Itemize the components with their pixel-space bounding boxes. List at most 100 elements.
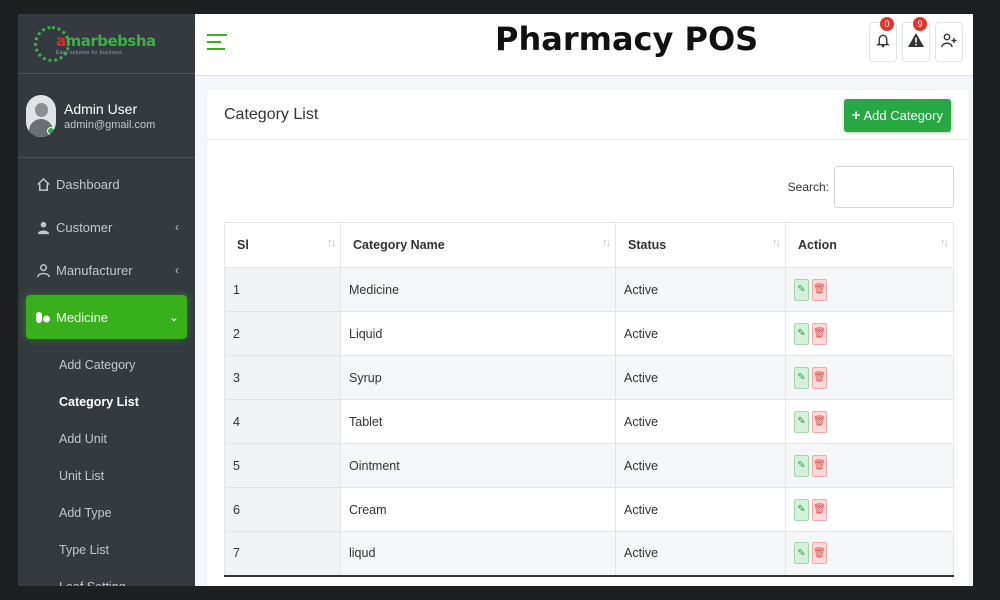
cell-actions: ✎ 🗑 (785, 311, 954, 356)
cell-status: Active (615, 531, 786, 577)
sidebar-item-label: Dashboard (56, 176, 120, 192)
column-header-sl[interactable]: Sl ↑↓ (224, 222, 341, 268)
trash-icon[interactable]: 🗑 (812, 410, 827, 433)
column-header-status[interactable]: Status ↑↓ (615, 222, 786, 268)
brand-tagline: Easy solution for business (56, 49, 122, 56)
column-label: Status (628, 238, 667, 252)
search-bar: Search: (788, 166, 954, 208)
table-row: 1 Medicine Active ✎ 🗑 (224, 267, 954, 312)
user-name: Admin User (64, 100, 138, 117)
alerts-button[interactable]: 9 (902, 17, 930, 62)
edit-icon[interactable]: ✎ (794, 322, 809, 345)
search-input[interactable] (834, 166, 954, 208)
cell-actions: ✎ 🗑 (785, 267, 954, 312)
sidebar: amarbebsha Easy solution for business Ad… (18, 14, 195, 586)
user-panel[interactable]: Admin User admin@gmail.com (18, 74, 195, 158)
cell-sl: 5 (224, 443, 341, 488)
chevron-down-icon: ⌄ (168, 310, 179, 324)
sidebar-subitem-type-list[interactable]: Type List (18, 531, 195, 568)
sidebar-subitem-add-type[interactable]: Add Type (18, 494, 195, 531)
cell-sl: 2 (224, 311, 341, 356)
card-title: Category List (224, 106, 319, 123)
cell-actions: ✎ 🗑 (785, 487, 954, 532)
edit-icon[interactable]: ✎ (794, 542, 809, 565)
sidebar-subitem-category-list[interactable]: Category List (18, 383, 195, 420)
sidebar-subitem-add-unit[interactable]: Add Unit (18, 420, 195, 457)
user-email: admin@gmail.com (64, 118, 156, 131)
menu-toggle-line (207, 41, 221, 43)
search-label: Search: (787, 180, 829, 194)
alerts-badge: 9 (913, 17, 927, 31)
column-label: Category Name (353, 238, 445, 252)
app-window: amarbebsha Easy solution for business Ad… (18, 14, 973, 586)
sort-icon: ↑↓ (327, 237, 336, 249)
user-add-button[interactable] (935, 22, 963, 62)
sidebar-item-label: Medicine (56, 309, 109, 325)
column-header-action[interactable]: Action ↑↓ (785, 222, 954, 268)
cell-category-name: liqud (340, 531, 616, 577)
chevron-left-icon: ‹ (175, 220, 179, 234)
edit-icon[interactable]: ✎ (794, 498, 809, 521)
cell-actions: ✎ 🗑 (785, 443, 954, 488)
edit-icon[interactable]: ✎ (794, 410, 809, 433)
table-row: 2 Liquid Active ✎ 🗑 (224, 311, 954, 356)
brand-logo[interactable]: amarbebsha Easy solution for business (18, 14, 195, 74)
avatar-head (35, 102, 48, 117)
trash-icon[interactable]: 🗑 (812, 454, 827, 477)
sidebar-item-dashboard[interactable]: Dashboard (26, 166, 187, 202)
cell-status: Active (615, 487, 786, 532)
menu-toggle-icon[interactable] (207, 34, 227, 55)
factory-icon (35, 262, 51, 278)
table-row: 6 Cream Active ✎ 🗑 (224, 487, 954, 532)
sidebar-item-medicine[interactable]: Medicine ⌄ (26, 295, 187, 339)
sort-icon: ↑↓ (602, 237, 611, 249)
cell-status: Active (615, 399, 786, 444)
category-list-card: Category List + Add Category Search: Sl ↑… (207, 90, 969, 586)
trash-icon[interactable]: 🗑 (812, 542, 827, 565)
sidebar-subitem-unit-list[interactable]: Unit List (18, 457, 195, 494)
table-row: 7 liqud Active ✎ 🗑 (224, 531, 954, 577)
brand-name: amarbebsha (56, 32, 156, 50)
card-header: Category List + Add Category (207, 90, 969, 140)
table-row: 3 Syrup Active ✎ 🗑 (224, 355, 954, 400)
cell-actions: ✎ 🗑 (785, 531, 954, 577)
cell-actions: ✎ 🗑 (785, 355, 954, 400)
home-icon (35, 176, 51, 192)
trash-icon[interactable]: 🗑 (812, 322, 827, 345)
trash-icon[interactable]: 🗑 (812, 278, 827, 301)
trash-icon[interactable]: 🗑 (812, 498, 827, 521)
notifications-button[interactable]: 0 (869, 17, 897, 62)
cell-sl: 1 (224, 267, 341, 312)
trash-icon[interactable]: 🗑 (812, 366, 827, 389)
sidebar-subitem-leaf-setting[interactable]: Leaf Setting (18, 568, 195, 587)
cell-category-name: Ointment (340, 443, 616, 488)
menu-toggle-line (207, 34, 227, 36)
cell-sl: 6 (224, 487, 341, 532)
sidebar-subitem-add-category[interactable]: Add Category (18, 346, 195, 383)
cell-category-name: Cream (340, 487, 616, 532)
notifications-badge: 0 (880, 17, 894, 31)
cell-sl: 3 (224, 355, 341, 400)
sidebar-nav: Dashboard Customer ‹ Manufacturer ‹ Medi… (18, 158, 195, 586)
page-title: Pharmacy POS (495, 20, 759, 58)
pills-icon (35, 309, 51, 325)
sidebar-item-customer[interactable]: Customer ‹ (26, 209, 187, 245)
edit-icon[interactable]: ✎ (794, 454, 809, 477)
edit-icon[interactable]: ✎ (794, 278, 809, 301)
avatar (26, 94, 56, 137)
table-row: 5 Ointment Active ✎ 🗑 (224, 443, 954, 488)
warning-icon (907, 32, 925, 52)
cell-actions: ✎ 🗑 (785, 399, 954, 444)
edit-icon[interactable]: ✎ (794, 366, 809, 389)
bell-icon (876, 33, 890, 52)
top-header: Pharmacy POS 0 9 (195, 14, 973, 76)
menu-toggle-line (207, 48, 225, 50)
sidebar-item-manufacturer[interactable]: Manufacturer ‹ (26, 252, 187, 288)
add-category-button[interactable]: + Add Category (843, 99, 951, 132)
column-header-category-name[interactable]: Category Name ↑↓ (340, 222, 616, 268)
column-label: Sl (237, 238, 249, 252)
cell-category-name: Tablet (340, 399, 616, 444)
category-table: Sl ↑↓ Category Name ↑↓ Status ↑↓ Action ↑↓ 1… (224, 222, 954, 577)
add-category-label: Add Category (863, 108, 944, 123)
column-label: Action (798, 238, 837, 252)
